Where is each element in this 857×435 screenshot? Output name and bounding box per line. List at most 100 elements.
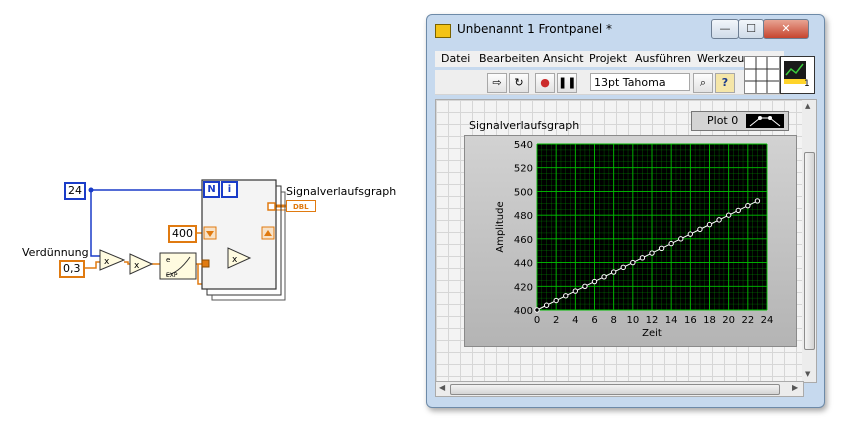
maximize-button[interactable]: ☐ <box>738 19 764 39</box>
y-tick-label: 480 <box>514 211 533 222</box>
x-tick-label: 4 <box>572 315 578 326</box>
close-button[interactable]: ✕ <box>763 19 809 39</box>
shift-register-left <box>201 259 210 268</box>
x-tick-label: 14 <box>665 315 678 326</box>
scroll-down-icon[interactable]: ▼ <box>805 370 810 378</box>
x-tick-label: 16 <box>684 315 697 326</box>
y-tick-label: 420 <box>514 282 533 293</box>
connector-pane-icon[interactable] <box>744 56 780 94</box>
plot-legend-label: Plot 0 <box>707 114 739 127</box>
data-point <box>706 221 713 228</box>
data-point <box>725 212 732 218</box>
y-tick-label: 540 <box>514 140 533 151</box>
abort-icon[interactable]: ● <box>535 73 555 93</box>
menu-werkzeuge[interactable]: Werkzeuge <box>697 52 745 65</box>
y-tick-label: 440 <box>514 259 533 270</box>
horizontal-scroll-thumb[interactable] <box>450 384 780 395</box>
search-icon[interactable]: ⌕ <box>693 73 713 93</box>
x-tick-label: 12 <box>646 315 659 326</box>
menu-datei[interactable]: Datei <box>441 52 470 65</box>
y-axis-label: Amplitude <box>495 201 506 252</box>
data-point <box>735 207 741 214</box>
plot-legend[interactable]: Plot 0 <box>691 111 789 131</box>
data-point <box>658 245 665 252</box>
data-point <box>649 250 655 256</box>
labview-app-icon <box>435 24 451 38</box>
x-tick-label: 24 <box>761 315 774 326</box>
x-tick-label: 10 <box>626 315 639 326</box>
x-tick-label: 18 <box>703 315 716 326</box>
block-diagram-wires: x x x e EXP <box>81 179 286 301</box>
svg-text:x: x <box>232 255 238 265</box>
data-point <box>610 269 617 275</box>
data-point <box>620 264 626 271</box>
data-point <box>697 226 703 233</box>
data-point <box>668 240 674 247</box>
x-axis-label: Zeit <box>642 328 662 339</box>
run-continuously-icon[interactable]: ↻ <box>509 73 529 93</box>
data-point <box>639 255 646 261</box>
data-point <box>716 217 722 223</box>
label-verduennung: Verdünnung <box>22 246 89 259</box>
data-point <box>543 302 550 308</box>
menu-bearbeiten[interactable]: Bearbeiten <box>479 52 539 65</box>
x-tick-label: 8 <box>610 315 616 326</box>
data-point <box>630 259 636 266</box>
scroll-left-icon[interactable]: ◀ <box>439 383 445 392</box>
waveform-graph: 0 2 4 6 8 10 12 14 16 18 20 22 24 400 420 440 460 480 500 5… <box>464 135 797 347</box>
front-panel-window: Unbenannt 1 Frontpanel * — ☐ ✕ Datei Bea… <box>426 14 825 408</box>
scroll-right-icon[interactable]: ▶ <box>792 383 798 392</box>
data-point <box>601 274 607 280</box>
menu-projekt[interactable]: Projekt <box>589 52 627 65</box>
x-tick-label: 20 <box>722 315 735 326</box>
x-tick-label: 0 <box>534 315 540 326</box>
svg-text:x: x <box>134 261 140 271</box>
svg-text:EXP: EXP <box>166 272 178 279</box>
font-select[interactable]: 13pt Tahoma <box>590 73 690 91</box>
scroll-up-icon[interactable]: ▲ <box>805 102 810 110</box>
constant-400[interactable]: 400 <box>168 225 197 243</box>
y-tick-label: 520 <box>514 164 533 175</box>
label-graph-terminal: Signalverlaufsgraph <box>286 185 397 198</box>
waveform-graph-plot[interactable]: 0 2 4 6 8 10 12 14 16 18 20 22 244004204404604805005… <box>465 136 796 346</box>
constant-n[interactable]: 24 <box>64 182 86 200</box>
data-point <box>534 307 540 313</box>
data-point <box>582 283 588 289</box>
graph-indicator-terminal[interactable]: DBL <box>286 200 316 212</box>
menu-ausfuehren[interactable]: Ausführen <box>635 52 691 65</box>
iteration-terminal[interactable]: i <box>221 181 238 198</box>
data-point <box>754 198 761 204</box>
vertical-scroll-thumb[interactable] <box>804 152 815 350</box>
window-title: Unbenannt 1 Frontpanel * <box>457 22 612 36</box>
help-icon[interactable]: ? <box>715 73 735 93</box>
vi-icon[interactable]: 1 <box>780 56 815 94</box>
data-point <box>572 288 579 294</box>
pause-icon[interactable]: ❚❚ <box>557 73 577 93</box>
vertical-scrollbar[interactable]: ▲ ▼ <box>802 99 817 383</box>
loop-count-terminal[interactable]: N <box>203 181 220 198</box>
data-point <box>745 202 751 209</box>
horizontal-scrollbar[interactable]: ◀ ▶ <box>435 381 804 397</box>
control-verduennung[interactable]: 0,3 <box>59 260 85 278</box>
menu-ansicht[interactable]: Ansicht <box>543 52 584 65</box>
x-tick-label: 22 <box>741 315 754 326</box>
y-tick-label: 460 <box>514 235 533 246</box>
graph-title: Signalverlaufsgraph <box>469 119 580 132</box>
toolbar: ⇨ ↻ ● ❚❚ 13pt Tahoma ⌕ ? <box>435 70 784 95</box>
minimize-button[interactable]: — <box>711 19 739 39</box>
svg-text:e: e <box>166 256 170 264</box>
data-point <box>678 236 684 242</box>
vi-icon-number: 1 <box>804 79 810 89</box>
y-tick-label: 400 <box>514 306 533 317</box>
menu-bar: Datei Bearbeiten Ansicht Projekt Ausführ… <box>435 51 784 67</box>
svg-text:x: x <box>104 257 110 267</box>
y-tick-label: 500 <box>514 187 533 198</box>
data-point <box>687 231 694 237</box>
x-tick-label: 6 <box>591 315 597 326</box>
plot-line-style-icon <box>746 114 784 128</box>
data-point <box>591 278 598 285</box>
data-point <box>553 297 559 304</box>
x-tick-label: 2 <box>553 315 559 326</box>
data-point <box>563 293 569 299</box>
run-arrow-icon[interactable]: ⇨ <box>487 73 507 93</box>
